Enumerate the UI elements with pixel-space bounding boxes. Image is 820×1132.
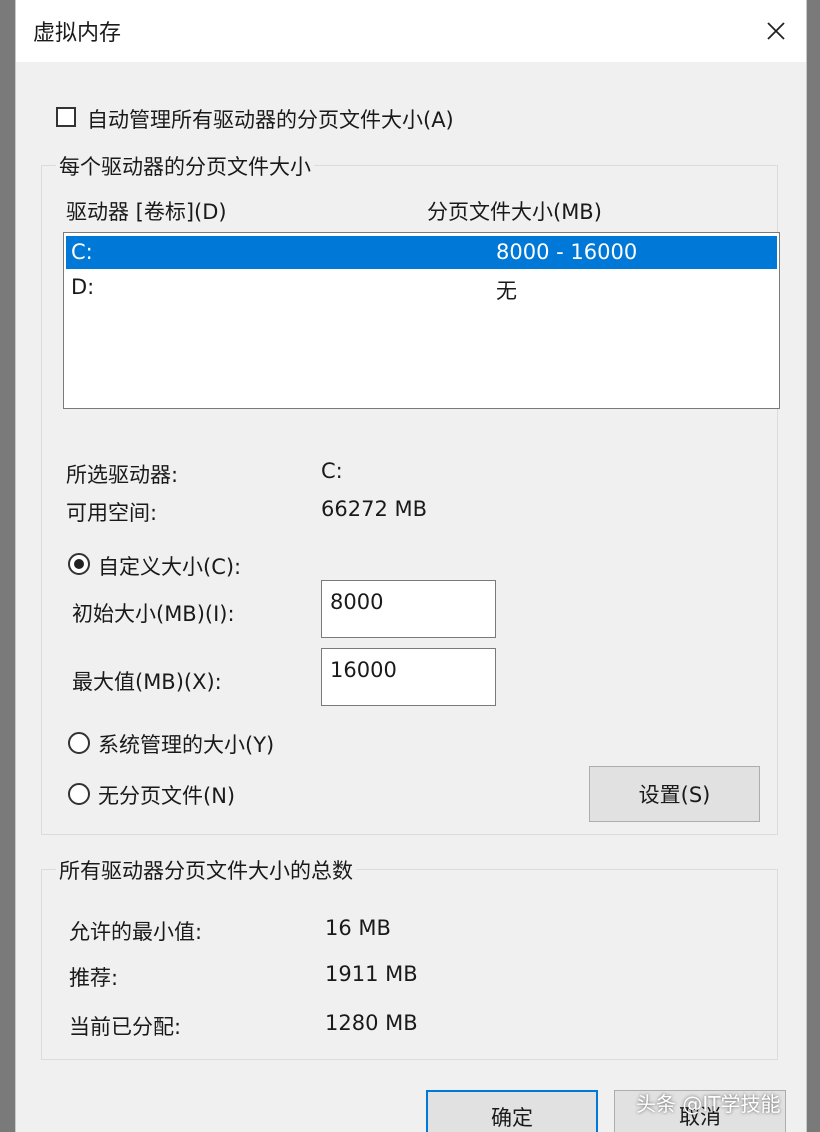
per-drive-caption: 每个驱动器的分页文件大小: [56, 151, 314, 181]
no-paging-file-radio[interactable]: [68, 783, 90, 805]
initial-size-input[interactable]: 8000: [321, 580, 496, 638]
list-item-drive-c[interactable]: C: 8000 - 16000: [66, 236, 777, 269]
drive-paging-size: 无: [496, 279, 517, 303]
auto-manage-checkbox[interactable]: [56, 107, 76, 127]
column-header-size: 分页文件大小(MB): [427, 200, 602, 224]
virtual-memory-dialog: 虚拟内存 自动管理所有驱动器的分页文件大小(A) 每个驱动器的分页文件大小 驱动…: [15, 0, 807, 1132]
initial-size-label: 初始大小(MB)(I):: [72, 602, 235, 626]
totals-caption: 所有驱动器分页文件大小的总数: [56, 855, 356, 885]
drive-paging-size: 8000 - 16000: [496, 240, 638, 264]
allocated-value: 1280 MB: [325, 1011, 418, 1035]
list-item-drive-d[interactable]: D: 无: [66, 271, 777, 304]
dialog-title: 虚拟内存: [33, 21, 122, 46]
title-bar: 虚拟内存: [16, 0, 806, 62]
min-allowed-label: 允许的最小值:: [69, 920, 203, 944]
recommended-value: 1911 MB: [325, 962, 418, 986]
max-size-label: 最大值(MB)(X):: [72, 670, 222, 694]
custom-size-radio[interactable]: [68, 553, 90, 575]
system-managed-radio[interactable]: [68, 732, 90, 754]
watermark-text: 头条 @IT学技能: [636, 1092, 781, 1116]
allocated-label: 当前已分配:: [69, 1015, 182, 1039]
no-paging-file-label[interactable]: 无分页文件(N): [98, 780, 235, 810]
min-allowed-value: 16 MB: [325, 916, 391, 940]
close-icon: [767, 22, 785, 40]
selected-drive-label: 所选驱动器:: [66, 463, 179, 487]
drive-listbox[interactable]: C: 8000 - 16000 D: 无: [63, 232, 780, 409]
selected-drive-value: C:: [321, 459, 343, 483]
system-managed-label[interactable]: 系统管理的大小(Y): [98, 729, 274, 759]
drive-letter: D:: [71, 275, 95, 299]
set-button[interactable]: 设置(S): [589, 766, 760, 822]
close-button[interactable]: [754, 6, 798, 56]
free-space-label: 可用空间:: [66, 501, 158, 525]
column-header-drive: 驱动器 [卷标](D): [66, 200, 227, 224]
free-space-value: 66272 MB: [321, 497, 428, 521]
max-size-input[interactable]: 16000: [321, 648, 496, 706]
ok-button[interactable]: 确定: [426, 1090, 598, 1132]
drive-letter: C:: [71, 240, 93, 264]
custom-size-label[interactable]: 自定义大小(C):: [98, 551, 241, 581]
recommended-label: 推荐:: [69, 966, 119, 990]
auto-manage-label[interactable]: 自动管理所有驱动器的分页文件大小(A): [87, 104, 454, 134]
